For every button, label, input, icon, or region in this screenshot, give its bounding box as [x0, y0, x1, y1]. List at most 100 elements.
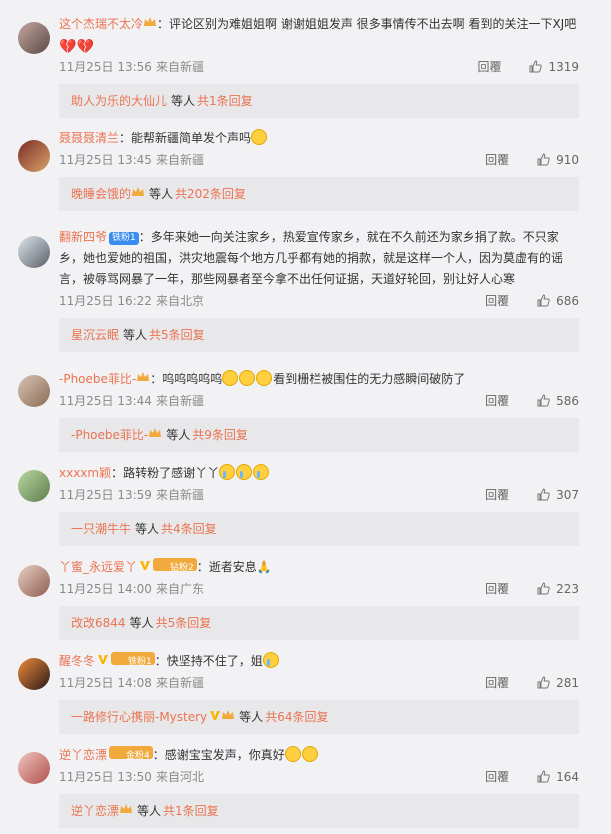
comment-actions: 回覆 223: [485, 580, 579, 598]
comment-username[interactable]: 这个杰瑞不太冷: [59, 17, 143, 31]
sub-reply-username[interactable]: 晚睡会饿的: [71, 187, 131, 201]
sub-reply-username[interactable]: 助人为乐的大仙儿: [71, 94, 167, 108]
reply-button[interactable]: 回覆: [477, 60, 501, 74]
broken-heart-icon: 💔: [59, 39, 77, 55]
sub-replies-box[interactable]: 逆丫恋漂 等人 共1条回复: [59, 794, 579, 828]
sub-replies-box[interactable]: 助人为乐的大仙儿 等人 共1条回复: [59, 84, 579, 118]
comment-text: 逆丫恋漂 金粉4 ：感谢宝宝发声，你真好: [59, 745, 579, 766]
comment-text: 丫蜜_永远爱丫 钻粉2 ：逝者安息🙏: [59, 557, 579, 578]
sub-reply-count[interactable]: 共4条回复: [161, 522, 217, 536]
sub-replies-box[interactable]: -Phoebe菲比- 等人 共9条回复: [59, 418, 579, 452]
sub-reply-count[interactable]: 共202条回复: [175, 187, 246, 201]
like-count: 1319: [548, 60, 579, 74]
sub-replies-box[interactable]: 一路修行心携丽-Mystery 等人 共64条回复: [59, 700, 579, 734]
comment-actions: 回覆 1319: [477, 58, 579, 76]
sub-replies-box[interactable]: 一只潮牛牛 等人 共4条回复: [59, 512, 579, 546]
like-button[interactable]: 586: [537, 394, 579, 408]
like-button[interactable]: 1319: [529, 60, 579, 74]
comment-text: xxxxm颖：路转粉了感谢丫丫: [59, 463, 579, 484]
comment-text: -Phoebe菲比- ：呜呜呜呜呜 看到栅栏被围住的无力感瞬间破防了: [59, 369, 579, 391]
sub-reply-username[interactable]: 星沉云眠: [71, 328, 119, 342]
sub-reply-count[interactable]: 共64条回复: [265, 710, 328, 724]
avatar[interactable]: [18, 375, 50, 407]
avatar-image: [18, 658, 50, 690]
reply-button[interactable]: 回覆: [485, 394, 509, 408]
crown-icon: [112, 746, 126, 762]
like-button[interactable]: 281: [537, 676, 579, 690]
thumbs-up-icon: [537, 294, 550, 307]
avatar[interactable]: [18, 140, 50, 172]
avatar[interactable]: [18, 565, 50, 597]
like-button[interactable]: 164: [537, 770, 579, 784]
thumbs-up-icon: [537, 394, 550, 407]
comment-username[interactable]: 聂聂聂清兰: [59, 131, 119, 145]
comment-text-content: ：感谢宝宝发声，你真好: [152, 748, 285, 762]
like-button[interactable]: 910: [537, 153, 579, 167]
avatar-image: [18, 140, 50, 172]
like-count: 686: [556, 294, 579, 308]
sad-emoji-icon: [239, 370, 256, 386]
comment-source: 来自北京: [155, 294, 204, 308]
comment-time: 11月25日 13:44: [59, 394, 152, 408]
sub-replies-box[interactable]: 改改6844 等人 共5条回复: [59, 606, 579, 640]
sub-reply-text: 等人: [149, 187, 174, 201]
comment-actions: 回覆 164: [485, 768, 579, 786]
sub-reply-count[interactable]: 共5条回复: [149, 328, 205, 342]
comment-meta: 11月25日 13:59 来自新疆 回覆 307: [59, 486, 579, 504]
reply-button[interactable]: 回覆: [485, 676, 509, 690]
sub-reply-count[interactable]: 共1条回复: [197, 94, 253, 108]
like-button[interactable]: 307: [537, 488, 579, 502]
sub-reply-username[interactable]: 逆丫恋漂: [71, 804, 119, 818]
avatar[interactable]: [18, 22, 50, 54]
comment-meta: 11月25日 13:56 来自新疆 回覆 1319: [59, 58, 579, 76]
avatar[interactable]: [18, 470, 50, 502]
reply-button[interactable]: 回覆: [485, 770, 509, 784]
comment-time: 11月25日 13:45: [59, 153, 152, 167]
crown-icon: [221, 702, 235, 736]
comment-actions: 回覆 686: [485, 292, 579, 310]
like-button[interactable]: 223: [537, 582, 579, 596]
reply-button[interactable]: 回覆: [485, 294, 509, 308]
sub-reply-username[interactable]: 一只潮牛牛: [71, 522, 131, 536]
comment-text-content: 看到栅栏被围住的无力感瞬间破防了: [273, 372, 466, 386]
thumbs-up-icon: [529, 60, 543, 73]
comment-time: 11月25日 13:50: [59, 770, 152, 784]
avatar-image: [18, 236, 50, 268]
like-button[interactable]: 686: [537, 294, 579, 308]
crown-icon: [119, 796, 133, 830]
sub-reply-username[interactable]: -Phoebe菲比-: [71, 428, 148, 442]
smile-emoji-icon: [284, 746, 301, 762]
sub-replies-box[interactable]: 星沉云眠 等人 共5条回复: [59, 318, 579, 352]
avatar[interactable]: [18, 752, 50, 784]
reply-button[interactable]: 回覆: [485, 488, 509, 502]
comment-username[interactable]: 翻新四爷: [59, 230, 107, 244]
comment-username[interactable]: 丫蜜_永远爱丫: [59, 560, 137, 574]
avatar[interactable]: [18, 236, 50, 268]
comment-username[interactable]: 醒冬冬: [59, 654, 95, 668]
sub-replies-box[interactable]: 晚睡会饿的 等人 共202条回复: [59, 177, 579, 211]
avatar-image: [18, 22, 50, 54]
comment-username[interactable]: xxxxm颖: [59, 466, 111, 480]
reply-button[interactable]: 回覆: [485, 153, 509, 167]
comment-username[interactable]: 逆丫恋漂: [59, 748, 107, 762]
comment-username[interactable]: -Phoebe菲比-: [59, 372, 136, 386]
sub-reply-count[interactable]: 共5条回复: [156, 616, 212, 630]
vip-v-icon: [139, 557, 151, 578]
avatar-image: [18, 470, 50, 502]
avatar[interactable]: [18, 658, 50, 690]
sub-reply-username[interactable]: 一路修行心携丽-Mystery: [71, 710, 207, 724]
comment-text-content: ：逝者安息🙏: [196, 560, 272, 574]
sub-reply-count[interactable]: 共1条回复: [163, 804, 219, 818]
sub-reply-text: 等人: [171, 94, 196, 108]
comment-text-start: ：呜呜呜呜呜: [150, 372, 223, 386]
sub-reply-text: 等人: [137, 804, 162, 818]
sub-reply-username[interactable]: 改改6844: [71, 616, 126, 630]
avatar-image: [18, 565, 50, 597]
reply-button[interactable]: 回覆: [485, 582, 509, 596]
sub-reply-count[interactable]: 共9条回复: [192, 428, 248, 442]
comment-body: 这个杰瑞不太冷 ：评论区别为难姐姐啊 谢谢姐姐发声 很多事情传不出去啊 看到的关注…: [59, 14, 579, 74]
smile-emoji-icon: [301, 746, 318, 762]
comment-text-content: ：评论区别为难姐姐啊 谢谢姐姐发声 很多事情传不出去啊 看到的关注一下XJ吧: [157, 17, 577, 31]
comment-source: 来自新疆: [155, 394, 204, 408]
sad-emoji-icon: [256, 370, 273, 386]
